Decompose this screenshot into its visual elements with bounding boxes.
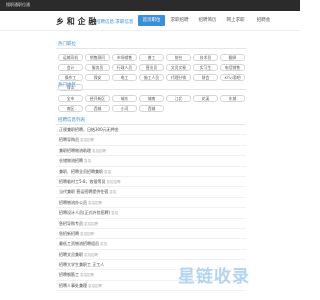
site-header: 乡 和 企 融 招聘信息 求职信息 首页职位 求职招聘 招聘简历 网上求职 招聘… bbox=[0, 11, 300, 31]
region-tag[interactable]: 花溪 bbox=[193, 95, 218, 102]
category-tag[interactable]: 施工人员 bbox=[139, 74, 164, 81]
job-tag: 急招 bbox=[109, 190, 117, 195]
job-list-title: 招聘信息列表 bbox=[56, 117, 246, 125]
job-tag: 急招招聘 bbox=[84, 221, 98, 226]
job-title[interactable]: 急招导购专员 bbox=[59, 221, 83, 226]
job-title[interactable]: 最低工资物流招聘组员 bbox=[59, 241, 99, 246]
job-title[interactable]: 招聘导购员 bbox=[59, 137, 79, 142]
category-tag[interactable]: 操作工 bbox=[58, 74, 83, 81]
category-tag[interactable]: 代理分销 bbox=[166, 74, 191, 81]
job-list-item[interactable]: 招聘物流办公员急招招聘 bbox=[56, 198, 246, 209]
region-tag[interactable]: 小河 bbox=[112, 105, 137, 112]
region-tag[interactable]: 西城 bbox=[139, 105, 164, 112]
category-tag[interactable]: 翻译 bbox=[220, 54, 245, 61]
site-logo[interactable]: 乡 和 企 融 bbox=[56, 16, 96, 27]
category-tag[interactable]: 电话销售 bbox=[220, 64, 245, 71]
job-tag: 急招 bbox=[104, 169, 111, 174]
region-tags: 全市 经开新区 城东 城南 江北 花溪 东城 南区 西城 小河 西城 bbox=[56, 90, 246, 115]
job-title[interactable]: 招聘大学生兼职工 正工人 bbox=[59, 262, 104, 267]
nav-item-resumes[interactable]: 招聘简历 bbox=[194, 15, 221, 26]
job-list-item[interactable]: 急招导购专员急招招聘 bbox=[56, 219, 246, 229]
category-title: 热门职位 bbox=[56, 41, 246, 49]
job-tag: 急招招聘 bbox=[80, 138, 94, 143]
region-tag[interactable]: 西城 bbox=[85, 105, 110, 112]
region-title: 热门地区 bbox=[56, 82, 246, 90]
job-title[interactable]: 兼职、招聘全员招聘兼职 bbox=[59, 169, 103, 174]
main-nav: 首页职位 求职招聘 招聘简历 网上求职 招聘会 bbox=[138, 15, 278, 26]
category-tag[interactable]: 营业员 bbox=[139, 64, 164, 71]
category-tag[interactable]: 市场销售 bbox=[112, 54, 137, 61]
top-bar-text: 搜职通职位通 bbox=[6, 2, 30, 7]
category-tag[interactable]: KTV/酒吧 bbox=[220, 74, 245, 81]
category-tag[interactable]: 前台 bbox=[166, 54, 191, 61]
category-tag[interactable]: 普工 bbox=[139, 54, 164, 61]
category-tag[interactable]: 财会 bbox=[193, 74, 218, 81]
nav-item-online[interactable]: 网上求职 bbox=[222, 15, 249, 26]
job-tag: 急招招聘 bbox=[80, 273, 94, 278]
job-title[interactable]: 招聘钢筋工 bbox=[59, 272, 79, 277]
job-tag: 急招 bbox=[111, 211, 119, 216]
category-tag[interactable]: 保安 bbox=[85, 74, 110, 81]
category-tag[interactable]: 运输司机 bbox=[58, 54, 83, 61]
job-title[interactable]: 招聘人事处兼理 bbox=[59, 283, 87, 288]
job-list-item[interactable]: 急招新招聘急招招聘 bbox=[56, 229, 246, 240]
job-title[interactable]: 当代兼职 营运招聘提供住宿 bbox=[59, 189, 108, 194]
category-tag[interactable]: 行政人员 bbox=[112, 64, 137, 71]
job-title[interactable]: 招聘设计人员(正式外包招聘) bbox=[59, 210, 110, 215]
job-title[interactable]: 正规兼职招聘，日结300元无押金 bbox=[59, 127, 119, 132]
watermark: 星链收录 bbox=[178, 267, 250, 287]
job-title[interactable]: 仓储物流招聘 bbox=[59, 158, 83, 163]
nav-item-job-fair[interactable]: 招聘会 bbox=[250, 15, 277, 26]
category-tag[interactable]: 服务员 bbox=[85, 64, 110, 71]
job-list-item[interactable]: 兼职招聘物流助理急招招聘 bbox=[56, 146, 246, 157]
job-title[interactable]: 招聘文员兼职 bbox=[59, 252, 83, 257]
job-tag: 急招招聘 bbox=[84, 252, 98, 257]
category-tag[interactable]: 文员文秘 bbox=[166, 64, 191, 71]
job-list-item[interactable]: 最低工资物流招聘组员急招 bbox=[56, 239, 246, 250]
job-list-item[interactable]: 正规兼职招聘，日结300元无押金 bbox=[56, 125, 246, 136]
job-tag: 急招招聘 bbox=[92, 148, 106, 153]
job-list-item[interactable]: 招聘设计人员(正式外包招聘)急招 bbox=[56, 208, 246, 219]
region-tag[interactable]: 江北 bbox=[166, 95, 191, 102]
job-title[interactable]: 急招新招聘 bbox=[59, 231, 79, 236]
region-tag[interactable]: 经开新区 bbox=[85, 95, 110, 102]
job-tag: 急招 bbox=[84, 159, 91, 164]
job-title[interactable]: 招聘临时工5-8，收银等员 bbox=[59, 179, 106, 184]
nav-item-jobs[interactable]: 求职招聘 bbox=[166, 15, 193, 26]
nav-item-home[interactable]: 首页职位 bbox=[138, 15, 165, 26]
job-list-item[interactable]: 兼职、招聘全员招聘兼职急招 bbox=[56, 167, 246, 177]
category-tag[interactable]: 销售顾问 bbox=[85, 54, 110, 61]
job-tag: 急招招聘 bbox=[106, 179, 121, 184]
job-tag: 急招招聘 bbox=[80, 231, 94, 236]
site-slogan: 招聘信息 求职信息 bbox=[96, 20, 134, 25]
job-title[interactable]: 招聘物流办公员 bbox=[59, 200, 87, 205]
job-tag: 急招招聘 bbox=[88, 200, 102, 205]
job-tag: 急招招聘 bbox=[88, 283, 102, 288]
region-tag[interactable]: 城南 bbox=[139, 95, 164, 102]
job-list-item[interactable]: 招聘文员兼职急招招聘 bbox=[56, 250, 246, 261]
region-tag[interactable]: 城东 bbox=[112, 95, 137, 102]
category-tag[interactable]: 会计 bbox=[58, 64, 83, 71]
region-section: 热门地区 全市 经开新区 城东 城南 江北 花溪 东城 南区 西城 小河 西城 bbox=[56, 82, 246, 115]
region-tag[interactable]: 东城 bbox=[220, 95, 245, 102]
job-list-item[interactable]: 仓储物流招聘急招 bbox=[56, 156, 246, 167]
job-list-item[interactable]: 招聘导购员急招招聘 bbox=[56, 135, 246, 146]
job-list-item[interactable]: 当代兼职 营运招聘提供住宿急招 bbox=[56, 187, 246, 198]
region-tag[interactable]: 全市 bbox=[58, 95, 83, 102]
category-tag[interactable]: 实习生 bbox=[193, 64, 218, 71]
category-tag[interactable]: 技术员 bbox=[193, 54, 218, 61]
region-tag[interactable]: 南区 bbox=[58, 105, 83, 112]
job-title[interactable]: 兼职招聘物流助理 bbox=[59, 148, 91, 153]
top-bar: 搜职通职位通 bbox=[0, 0, 300, 11]
category-tag[interactable]: 电工 bbox=[112, 74, 137, 81]
job-tag: 急招 bbox=[100, 242, 107, 247]
job-list-item[interactable]: 招聘临时工5-8，收银等员急招招聘 bbox=[56, 177, 246, 188]
